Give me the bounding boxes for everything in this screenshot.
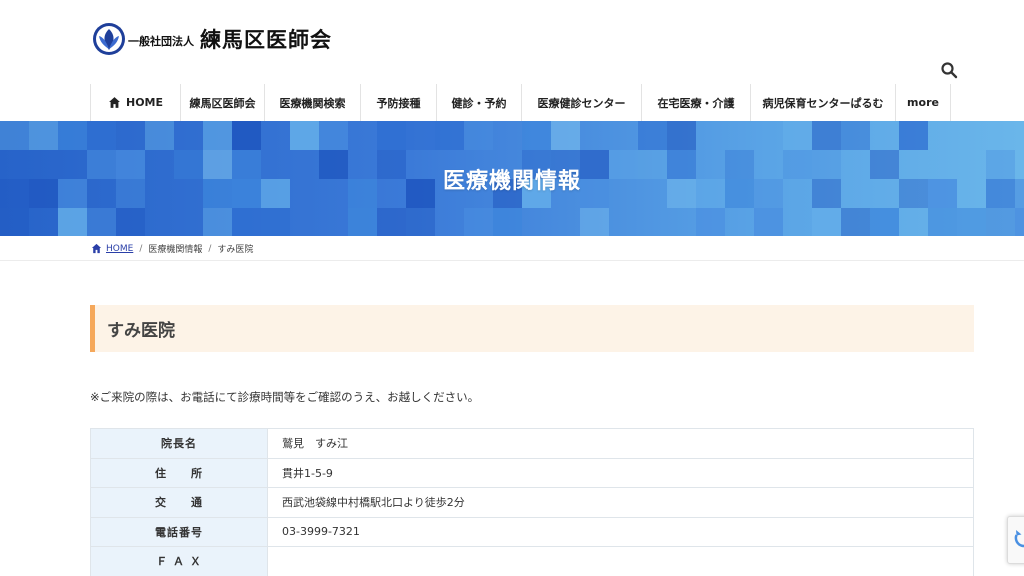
breadcrumb-parent[interactable]: 医療機関情報: [148, 242, 202, 255]
search-icon[interactable]: [940, 61, 958, 79]
breadcrumb-home-label: HOME: [106, 243, 134, 254]
breadcrumb: HOME / 医療機関情報 / すみ医院: [91, 236, 253, 261]
logo-subtitle: 一般社団法人: [128, 35, 194, 48]
nav-item-8[interactable]: more: [895, 84, 951, 121]
info-label: Ｆ Ａ Ｘ: [90, 546, 268, 576]
nav-item-7[interactable]: 病児保育センターぱるむ: [750, 84, 895, 121]
nav-item-5[interactable]: 医療健診センター: [521, 84, 641, 121]
breadcrumb-separator: /: [139, 243, 143, 254]
nav-item-label: 練馬区医師会: [189, 96, 256, 110]
nav-item-4[interactable]: 健診・予約: [436, 84, 521, 121]
home-icon: [109, 97, 120, 108]
nav-item-label: 予防接種: [376, 96, 421, 110]
nav-item-label: more: [907, 96, 939, 109]
info-value: 03-3999-7321: [267, 516, 974, 547]
info-value: [267, 546, 974, 576]
nav-item-label: 医療健診センター: [537, 96, 626, 110]
nav-item-1[interactable]: 練馬区医師会: [180, 84, 264, 121]
info-label: 住 所: [90, 457, 268, 488]
nav-item-label: 在宅医療・介護: [657, 96, 735, 110]
nav-item-2[interactable]: 医療機関検索: [264, 84, 360, 121]
main-nav: HOME 練馬区医師会 医療機関検索 予防接種 健診・予約 医療健診センター 在宅医療・介護…: [90, 84, 951, 121]
nav-item-label: 病児保育センターぱるむ: [762, 96, 884, 110]
nav-item-3[interactable]: 予防接種: [360, 84, 436, 121]
nav-item-label: 医療機関検索: [279, 96, 346, 110]
breadcrumb-home-link[interactable]: HOME: [91, 243, 133, 254]
breadcrumb-bar: HOME / 医療機関情報 / すみ医院: [0, 236, 1024, 261]
table-row: 院長名 鷲見 すみ江: [90, 428, 974, 459]
logo-title: 練馬区医師会: [200, 28, 332, 52]
info-value: 鷲見 すみ江: [267, 428, 974, 459]
recaptcha-badge[interactable]: [1007, 516, 1024, 564]
table-row: Ｆ Ａ Ｘ: [90, 546, 974, 576]
site-header: 一般社団法人 練馬区医師会 HOME 練馬区医師会 医療機関検索 予防接種 健診・予約医…: [0, 0, 1024, 121]
page-banner: 医療機関情報: [0, 121, 1024, 236]
page-title: すみ医院: [90, 305, 974, 352]
info-label: 院長名: [90, 428, 268, 459]
logo-emblem-icon: [93, 23, 125, 55]
clinic-info-table: 院長名 鷲見 すみ江住 所貫井1-5-9 交 通西武池袋線中村橋駅北口より徒歩2分電…: [90, 428, 974, 576]
recaptcha-icon: [1014, 530, 1024, 548]
info-value: 西武池袋線中村橋駅北口より徒歩2分: [267, 487, 974, 518]
table-row: 住 所貫井1-5-9: [90, 457, 974, 488]
info-value: 貫井1-5-9: [267, 457, 974, 488]
breadcrumb-separator: /: [208, 243, 212, 254]
table-row: 交 通西武池袋線中村橋駅北口より徒歩2分: [90, 487, 974, 518]
site-logo[interactable]: 一般社団法人 練馬区医師会: [92, 22, 332, 56]
nav-item-0[interactable]: HOME: [90, 84, 180, 121]
breadcrumb-current: すみ医院: [217, 245, 254, 255]
table-row: 電話番号 03-3999-7321: [90, 516, 974, 547]
nav-item-6[interactable]: 在宅医療・介護: [641, 84, 750, 121]
nav-item-label: HOME: [125, 96, 164, 109]
info-label: 電話番号: [90, 516, 268, 547]
visit-notice: ※ご来院の際は、お電話にて診療時間等をご確認のうえ、お越しください。: [90, 390, 480, 404]
info-label: 交 通: [90, 487, 268, 518]
nav-item-label: 健診・予約: [451, 96, 507, 110]
banner-title: 医療機関情報: [442, 168, 581, 194]
home-icon: [91, 243, 102, 254]
